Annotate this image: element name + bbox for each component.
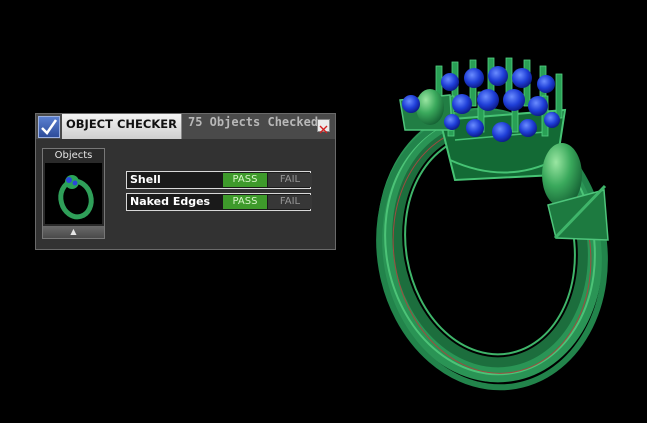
title-tab: OBJECT CHECKER [62, 114, 182, 139]
ring-thumbnail-icon [58, 175, 94, 220]
pass-indicator: PASS [223, 173, 267, 187]
objects-label: Objects [54, 150, 93, 161]
panel-title: OBJECT CHECKER [66, 117, 177, 131]
object-checker-panel: OBJECT CHECKER 75 Objects Checked Object… [35, 113, 336, 250]
panel-titlebar[interactable]: OBJECT CHECKER 75 Objects Checked [36, 114, 335, 139]
objects-preview-box: Objects ▲ [42, 148, 105, 239]
scroll-up-button[interactable]: ▲ [43, 226, 104, 238]
check-label: Naked Edges [130, 195, 211, 208]
ring-model [376, 57, 609, 391]
close-icon [319, 125, 328, 134]
check-row-shell: Shell PASS FAIL [126, 171, 312, 189]
fail-indicator: FAIL [268, 173, 312, 187]
objects-checked-count: 75 Objects Checked [188, 115, 319, 129]
check-label: Shell [130, 173, 161, 186]
checkmark-logo-icon [38, 116, 60, 138]
fail-indicator: FAIL [268, 195, 312, 209]
close-button[interactable] [317, 119, 330, 134]
pass-indicator: PASS [223, 195, 267, 209]
caret-up-icon: ▲ [70, 227, 77, 236]
check-row-naked-edges: Naked Edges PASS FAIL [126, 193, 312, 211]
object-thumbnail[interactable] [45, 163, 102, 224]
